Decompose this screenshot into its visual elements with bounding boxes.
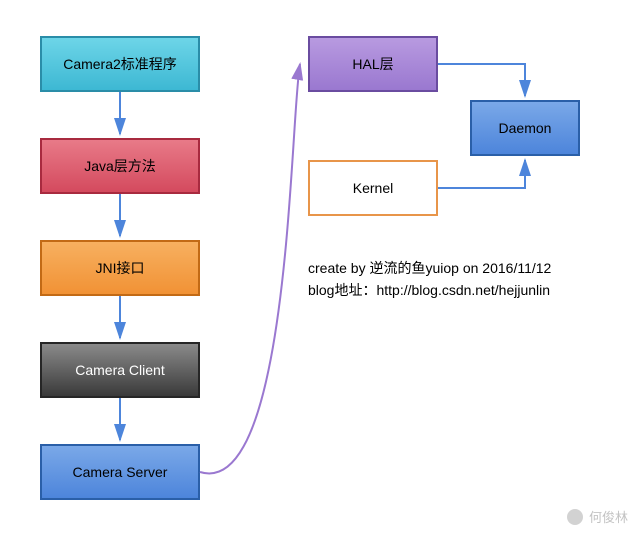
node-jni-label: JNI接口 [96, 258, 145, 278]
node-java: Java层方法 [40, 138, 200, 194]
watermark-text: 何俊林 [589, 507, 628, 526]
node-hal: HAL层 [308, 36, 438, 92]
node-camera-client-label: Camera Client [75, 362, 164, 378]
node-camera-server: Camera Server [40, 444, 200, 500]
node-camera2-label: Camera2标准程序 [63, 54, 177, 74]
node-camera-client: Camera Client [40, 342, 200, 398]
credit-line2: blog地址：http://blog.csdn.net/hejjunlin [308, 280, 550, 300]
node-jni: JNI接口 [40, 240, 200, 296]
node-kernel: Kernel [308, 160, 438, 216]
node-hal-label: HAL层 [352, 54, 393, 74]
credit-line1: create by 逆流的鱼yuiop on 2016/11/12 [308, 258, 551, 278]
node-camera-server-label: Camera Server [73, 464, 168, 480]
node-camera2: Camera2标准程序 [40, 36, 200, 92]
wechat-icon [567, 509, 583, 525]
node-daemon-label: Daemon [499, 120, 552, 136]
node-java-label: Java层方法 [84, 156, 156, 176]
watermark: 何俊林 [567, 507, 628, 526]
node-daemon: Daemon [470, 100, 580, 156]
node-kernel-label: Kernel [353, 180, 393, 196]
